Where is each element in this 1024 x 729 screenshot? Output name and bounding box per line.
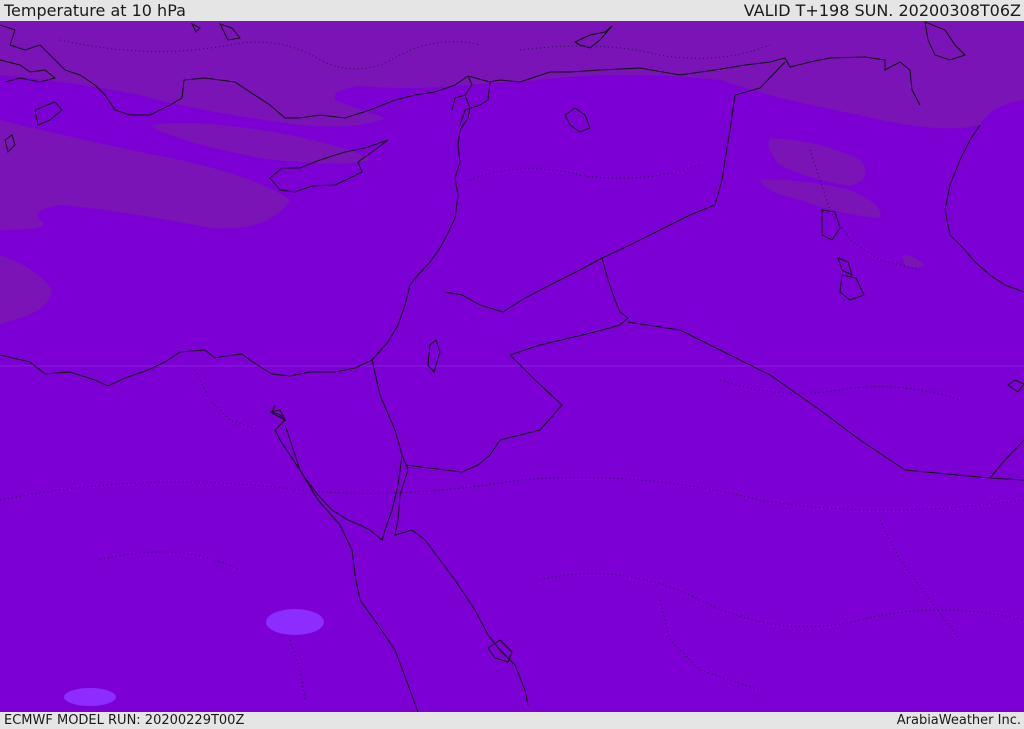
valid-time: VALID T+198 SUN. 20200308T06Z [743,1,1021,20]
map-title: Temperature at 10 hPa [4,1,186,20]
header-bar: Temperature at 10 hPa VALID T+198 SUN. 2… [0,0,1024,21]
footer-bar: ECMWF MODEL RUN: 20200229T00Z ArabiaWeat… [0,712,1024,729]
credit: ArabiaWeather Inc. [896,713,1021,728]
map-panel[interactable] [0,21,1024,712]
temperature-map [0,21,1024,712]
model-run: ECMWF MODEL RUN: 20200229T00Z [4,713,245,728]
